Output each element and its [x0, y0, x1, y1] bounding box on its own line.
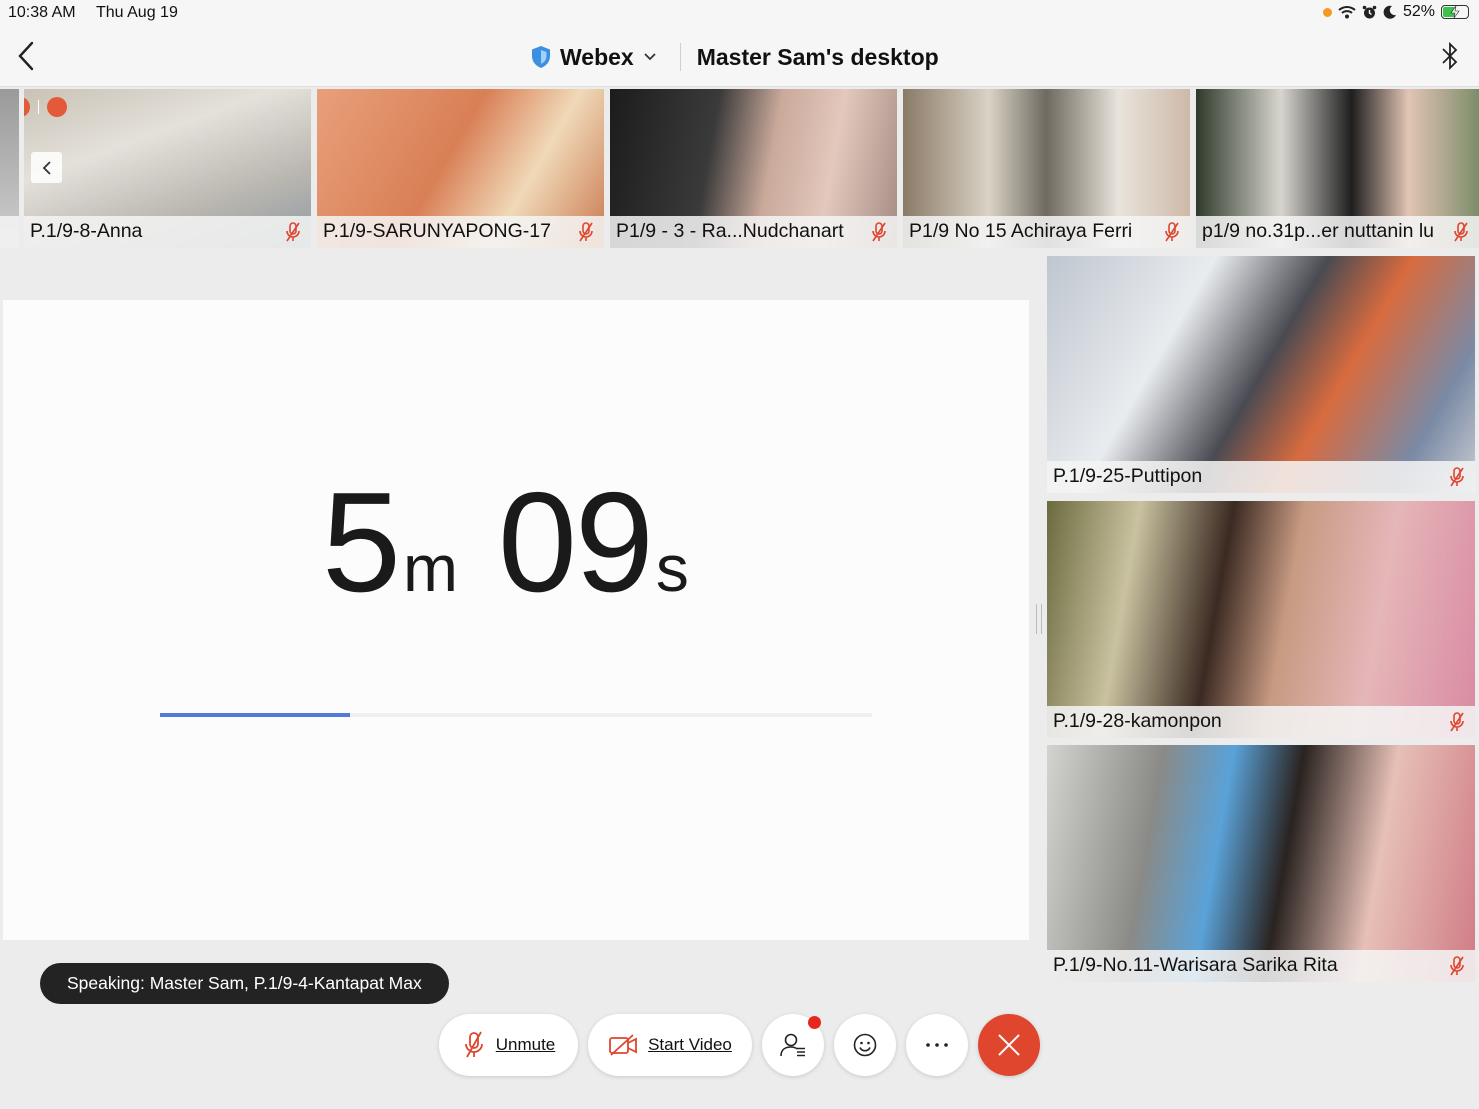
bluetooth-button[interactable] [1441, 40, 1459, 77]
participant-name: P1/9 No 15 Achiraya Ferri [909, 220, 1133, 242]
back-button[interactable] [14, 40, 38, 72]
close-icon [998, 1034, 1020, 1056]
app-name-dropdown[interactable]: Webex [560, 44, 634, 71]
participant-name: P.1/9-8-Anna [30, 220, 143, 242]
unmute-button[interactable]: Unmute [439, 1014, 578, 1076]
start-video-label: Start Video [648, 1035, 732, 1054]
chevron-left-icon [42, 160, 51, 175]
participant-tile[interactable]: P1/9 No 15 Achiraya Ferri [903, 89, 1190, 248]
participant-tile[interactable]: p1/9 no.31p...er nuttanin lu [1196, 89, 1479, 248]
charging-bolt-icon [1450, 6, 1460, 18]
muted-mic-icon [286, 222, 300, 242]
muted-mic-icon [579, 222, 593, 242]
emoji-icon [853, 1033, 877, 1057]
chevron-left-icon [18, 41, 34, 71]
recording-indicator [24, 97, 67, 117]
wifi-icon [1338, 6, 1356, 19]
muted-mic-icon [1165, 222, 1179, 242]
battery-percent: 52% [1402, 3, 1435, 20]
participant-tile[interactable]: P.1/9-SARUNYAPONG-17 [317, 89, 604, 248]
more-options-button[interactable] [906, 1014, 968, 1076]
bluetooth-icon [1442, 41, 1458, 71]
header-divider [679, 43, 681, 71]
muted-mic-icon [1450, 712, 1464, 732]
meeting-header: Webex Master Sam's desktop [0, 28, 1479, 87]
participant-name: P1/9 - 3 - Ra...Nudchanart [616, 220, 844, 242]
leave-meeting-button[interactable] [978, 1014, 1040, 1076]
timer-minutes-unit: m [402, 531, 458, 605]
timer-seconds-unit: s [655, 531, 689, 605]
reactions-button[interactable] [834, 1014, 896, 1076]
start-video-button[interactable]: Start Video [588, 1014, 752, 1076]
participant-tile[interactable]: P.1/9-No.11-Warisara Sarika Rita [1047, 745, 1475, 982]
active-speaker-banner: Speaking: Master Sam, P.1/9-4-Kantapat M… [40, 963, 449, 1004]
participants-button[interactable] [762, 1014, 824, 1076]
panel-resize-handle[interactable] [1036, 604, 1042, 634]
muted-mic-icon [1450, 467, 1464, 487]
participant-tile[interactable]: P.1/9-8-Anna [24, 89, 311, 248]
video-off-icon [609, 1034, 637, 1056]
status-date: Thu Aug 19 [96, 4, 178, 21]
participants-icon [780, 1033, 805, 1057]
mic-in-use-dot-icon [1322, 7, 1332, 17]
notification-badge [808, 1016, 821, 1029]
timer-seconds: 09 [497, 463, 654, 622]
more-horizontal-icon [926, 1043, 948, 1047]
timer-progress-fill [160, 713, 351, 717]
shield-icon [532, 46, 550, 68]
participant-tile-partial[interactable] [0, 89, 19, 248]
countdown-timer: 5 m 09 s [322, 472, 689, 614]
muted-mic-icon [1454, 222, 1468, 242]
timer-minutes: 5 [322, 463, 401, 622]
muted-mic-icon [464, 1031, 483, 1058]
title-group: Webex Master Sam's desktop [530, 40, 939, 74]
status-time: 10:38 AM [8, 4, 76, 21]
participant-name: p1/9 no.31p...er nuttanin lu [1202, 220, 1435, 242]
participant-name: P.1/9-25-Puttipon [1053, 465, 1203, 487]
status-bar: 10:38 AM Thu Aug 19 52% [0, 0, 1479, 28]
moon-icon [1383, 5, 1396, 19]
unmute-label: Unmute [495, 1035, 556, 1054]
muted-mic-icon [872, 222, 886, 242]
status-indicators: 52% [1322, 3, 1469, 21]
participant-tile[interactable]: P.1/9-28-kamonpon [1047, 501, 1475, 738]
filmstrip-scroll-left-button[interactable] [31, 152, 62, 183]
participant-name: P.1/9-SARUNYAPONG-17 [323, 220, 551, 242]
chevron-down-icon[interactable] [642, 51, 658, 63]
participant-name: P.1/9-No.11-Warisara Sarika Rita [1053, 954, 1338, 976]
timer-progress-bar [160, 713, 872, 717]
muted-mic-icon [1450, 956, 1464, 976]
alarm-icon [1362, 5, 1377, 18]
participant-name: P.1/9-28-kamonpon [1053, 710, 1222, 732]
participant-tile[interactable]: P1/9 - 3 - Ra...Nudchanart [610, 89, 897, 248]
share-title: Master Sam's desktop [696, 43, 939, 70]
battery-icon [1441, 5, 1469, 19]
participant-name-bar [0, 216, 19, 248]
participant-tile[interactable]: P.1/9-25-Puttipon [1047, 256, 1475, 493]
